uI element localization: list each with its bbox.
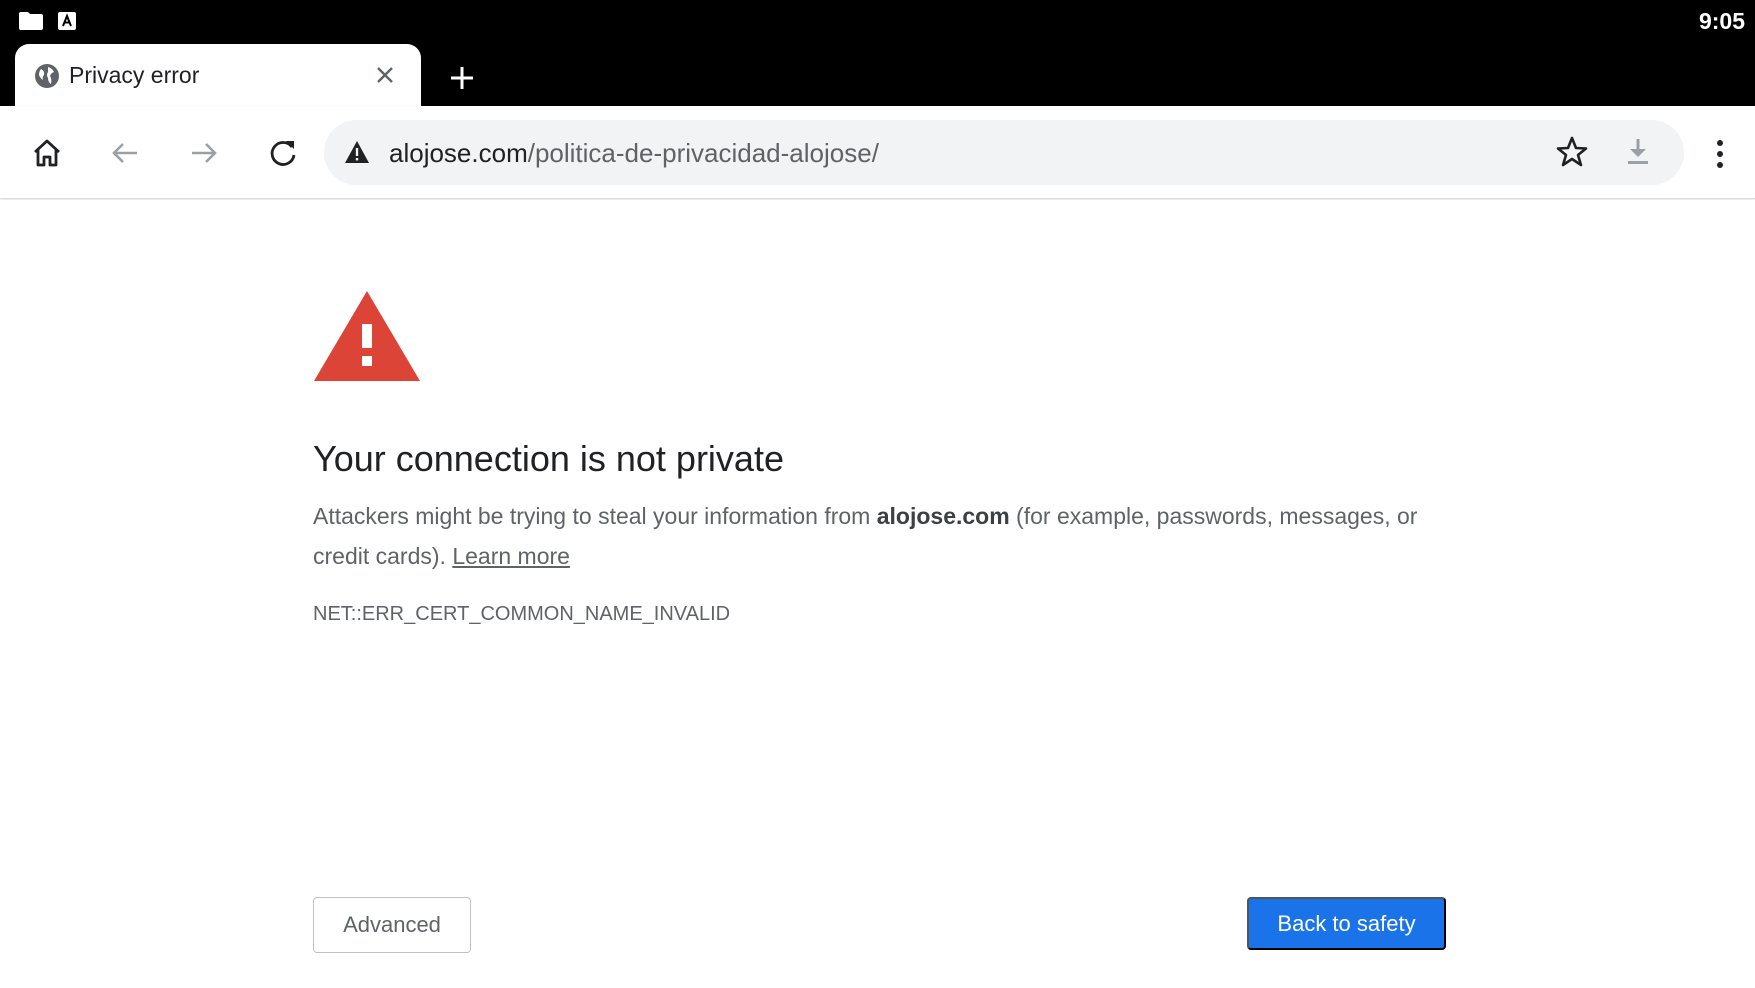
desc-host: alojose.com — [876, 503, 1010, 529]
learn-more-link[interactable]: Learn more — [452, 543, 570, 569]
back-to-safety-button[interactable]: Back to safety — [1247, 897, 1446, 950]
url-host: alojose.com — [389, 138, 528, 168]
url-text[interactable]: alojose.com/politica-de-privacidad-alojo… — [389, 138, 879, 169]
home-icon[interactable] — [26, 132, 68, 174]
back-icon[interactable] — [104, 132, 146, 174]
close-tab-icon[interactable] — [372, 62, 398, 88]
tab-privacy-error[interactable]: Privacy error — [15, 44, 421, 106]
url-path: /politica-de-privacidad-alojose/ — [527, 138, 879, 168]
tab-title: Privacy error — [69, 62, 200, 88]
forward-icon[interactable] — [183, 132, 225, 174]
error-code: NET::ERR_CERT_COMMON_NAME_INVALID — [313, 603, 731, 625]
more-menu-icon[interactable] — [1704, 136, 1736, 172]
advanced-button[interactable]: Advanced — [313, 897, 471, 953]
browser-toolbar: alojose.com/politica-de-privacidad-alojo… — [0, 106, 1755, 199]
address-bar[interactable]: alojose.com/politica-de-privacidad-alojo… — [324, 120, 1684, 185]
page-description: Attackers might be trying to steal your … — [313, 496, 1463, 576]
new-tab-icon[interactable] — [446, 62, 478, 94]
globe-icon — [34, 63, 60, 89]
star-icon[interactable] — [1554, 134, 1590, 170]
page-heading: Your connection is not private — [313, 438, 784, 479]
download-icon[interactable] — [1620, 134, 1656, 170]
status-clock: 9:05 — [1698, 8, 1745, 34]
desc-before: Attackers might be trying to steal your … — [313, 503, 877, 529]
reload-icon[interactable] — [262, 132, 304, 174]
folder-icon — [18, 10, 44, 32]
text-a-icon — [58, 10, 76, 32]
status-bar: 9:05 — [0, 0, 1755, 44]
interstitial-page: Your connection is not private Attackers… — [0, 200, 1755, 988]
warning-triangle-icon — [312, 288, 422, 384]
tab-strip: Privacy error — [0, 44, 1755, 106]
not-secure-warning-icon[interactable] — [344, 140, 370, 164]
